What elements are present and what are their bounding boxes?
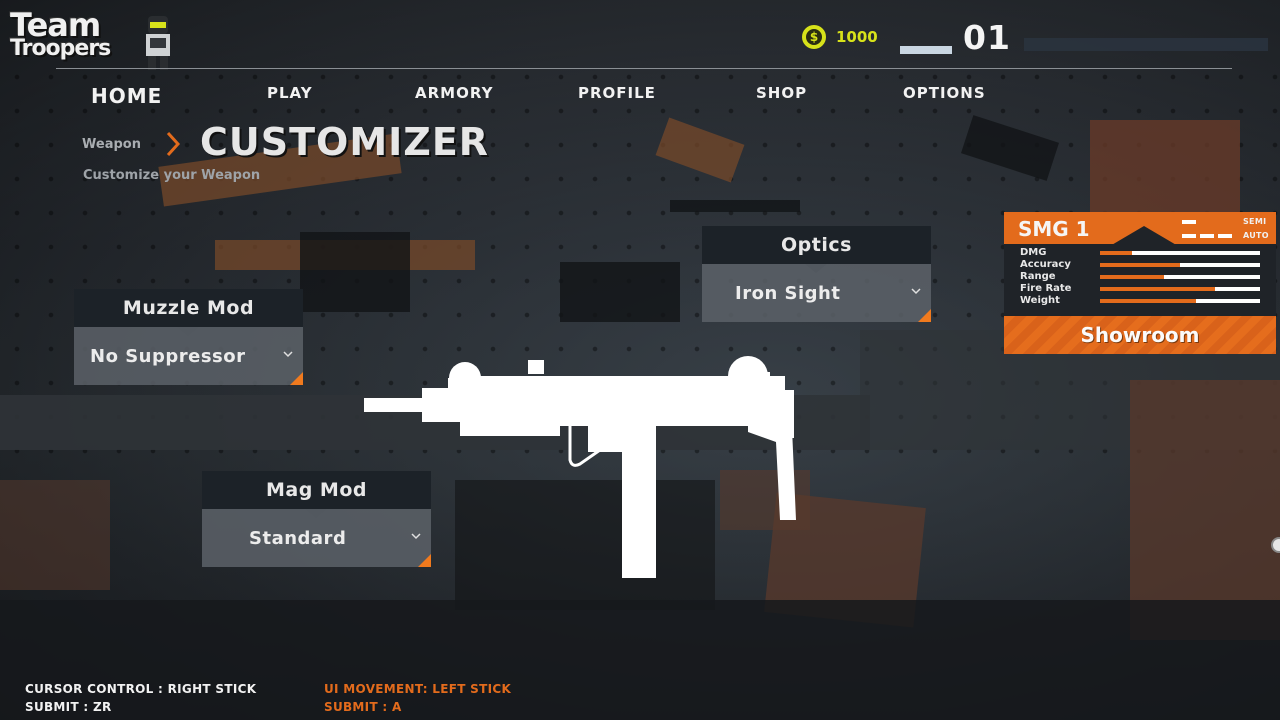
nav-profile[interactable]: PROFILE — [578, 84, 656, 102]
floor-shadow — [0, 600, 1280, 720]
hint-ui-movement: UI MOVEMENT: LEFT STICK — [324, 682, 512, 696]
muzzle-mod-label: Muzzle Mod — [74, 289, 303, 327]
nav-armory[interactable]: ARMORY — [415, 84, 493, 102]
coin-balance: 1000 — [836, 28, 878, 46]
level-badge-bar — [900, 46, 952, 54]
stat-label: DMG — [1020, 247, 1047, 258]
hint-submit-a: SUBMIT : A — [324, 700, 402, 714]
stat-label: Weight — [1020, 295, 1060, 306]
stat-row: Range — [1004, 271, 1276, 283]
weapon-preview[interactable] — [360, 350, 800, 582]
stat-bar — [1100, 275, 1260, 279]
scroll-indicator[interactable] — [1271, 537, 1280, 553]
logo-line-2: Troopers — [10, 36, 111, 61]
game-logo: Team Troopers — [10, 6, 180, 70]
stat-bar — [1100, 251, 1260, 255]
muzzle-mod-dropdown[interactable]: No Suppressor — [74, 327, 303, 385]
muzzle-mod-panel: Muzzle Mod No Suppressor — [74, 289, 303, 385]
background-crate — [1090, 120, 1240, 220]
nav-play[interactable]: PLAY — [267, 84, 313, 102]
showroom-button[interactable]: Showroom — [1004, 316, 1276, 354]
stat-bar — [1100, 287, 1260, 291]
stat-bar — [1100, 263, 1260, 267]
stat-label: Range — [1020, 271, 1056, 282]
auto-mode-bar — [1218, 234, 1232, 238]
mode-auto-label: AUTO — [1243, 231, 1269, 240]
optics-value: Iron Sight — [735, 282, 841, 304]
stat-label: Fire Rate — [1020, 283, 1072, 294]
hint-cursor-control: CURSOR CONTROL : RIGHT STICK — [25, 682, 257, 696]
chevron-down-icon — [911, 288, 921, 295]
background-smg — [560, 262, 680, 322]
stat-label: Accuracy — [1020, 259, 1071, 270]
weapon-stats: DMG Accuracy Range Fire Rate Weight — [1004, 244, 1276, 320]
weapon-name: SMG 1 — [1018, 217, 1090, 241]
weapon-stats-card: SMG 1 SEMI AUTO DMG Accuracy Range Fire … — [1004, 212, 1276, 354]
nav-options[interactable]: OPTIONS — [903, 84, 986, 102]
background-scope — [670, 200, 800, 212]
optics-label: Optics — [702, 226, 931, 264]
stat-row: Weight — [1004, 295, 1276, 307]
chevron-down-icon — [283, 351, 293, 358]
breadcrumb-parent[interactable]: Weapon — [82, 137, 141, 152]
stat-row: DMG — [1004, 247, 1276, 259]
semi-mode-bar — [1182, 220, 1196, 224]
nav-divider — [56, 68, 1232, 69]
chevron-right-icon — [166, 131, 180, 157]
auto-mode-bar — [1200, 234, 1214, 238]
stat-row: Fire Rate — [1004, 283, 1276, 295]
page-subtitle: Customize your Weapon — [83, 168, 261, 183]
nav-shop[interactable]: SHOP — [756, 84, 807, 102]
auto-mode-bar — [1182, 234, 1196, 238]
trooper-mascot-icon — [146, 16, 170, 70]
background-rifle — [300, 232, 410, 312]
player-level: 01 — [963, 18, 1011, 57]
mag-mod-value: Standard — [249, 527, 347, 549]
nav-home[interactable]: HOME — [91, 84, 162, 108]
stat-bar — [1100, 299, 1260, 303]
stat-row: Accuracy — [1004, 259, 1276, 271]
hint-submit-zr: SUBMIT : ZR — [25, 700, 112, 714]
coin-icon: $ — [802, 25, 826, 49]
background-crate — [0, 480, 110, 590]
optics-panel: Optics Iron Sight — [702, 226, 931, 322]
customizer-screen: Team Troopers $ 1000 01 HOME PLAY ARMORY… — [0, 0, 1280, 720]
main-nav: HOME PLAY ARMORY PROFILE SHOP OPTIONS — [0, 84, 1280, 108]
page-title: CUSTOMIZER — [200, 120, 490, 164]
mode-semi-label: SEMI — [1243, 217, 1267, 226]
muzzle-mod-value: No Suppressor — [90, 345, 246, 367]
optics-dropdown[interactable]: Iron Sight — [702, 264, 931, 322]
xp-progress-bar — [1024, 38, 1268, 51]
